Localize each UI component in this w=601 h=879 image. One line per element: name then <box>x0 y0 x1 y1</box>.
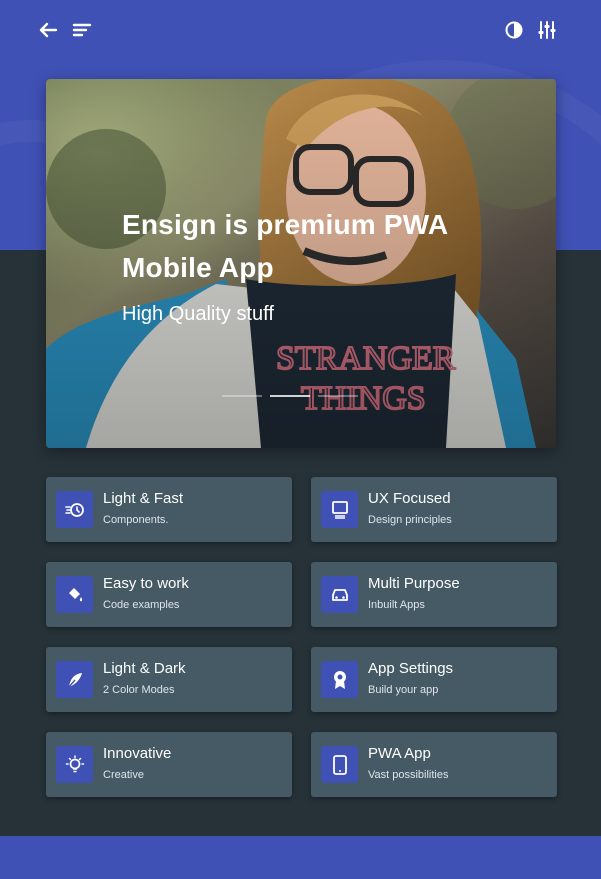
mobile-icon <box>321 746 358 783</box>
slider-dot-active[interactable] <box>270 395 310 397</box>
feature-title: Light & Dark <box>103 660 186 677</box>
feather-icon <box>56 661 93 698</box>
feature-subtitle: Code examples <box>103 599 180 611</box>
hero-subtitle: High Quality stuff <box>122 303 274 325</box>
contrast-icon[interactable] <box>502 18 526 42</box>
feature-title: Easy to work <box>103 575 189 592</box>
menu-lines-icon[interactable] <box>70 18 94 42</box>
feature-title: Light & Fast <box>103 490 184 507</box>
feature-card-ux-focused[interactable]: UX Focused Design principles <box>311 477 557 542</box>
feature-title: PWA App <box>368 745 431 762</box>
slider-dots <box>222 395 358 397</box>
timer-icon <box>56 491 93 528</box>
slider-dot[interactable] <box>222 395 262 397</box>
top-bar <box>0 0 601 60</box>
feature-card-light-fast[interactable]: Light & Fast Components. <box>46 477 292 542</box>
feature-subtitle: Build your app <box>368 684 439 696</box>
feature-subtitle: Vast possibilities <box>368 769 449 781</box>
feature-subtitle: 2 Color Modes <box>103 684 175 696</box>
feature-title: UX Focused <box>368 490 451 507</box>
feature-subtitle: Creative <box>103 769 144 781</box>
feature-title: Innovative <box>103 745 172 762</box>
feature-card-light-dark[interactable]: Light & Dark 2 Color Modes <box>46 647 292 712</box>
feature-subtitle: Inbuilt Apps <box>368 599 425 611</box>
feature-card-easy-to-work[interactable]: Easy to work Code examples <box>46 562 292 627</box>
hero-slider[interactable]: STRANGER THINGS Ensign is premium PWA Mo… <box>46 79 556 448</box>
paint-bucket-icon <box>56 576 93 613</box>
feature-subtitle: Components. <box>103 514 169 526</box>
footer-band <box>0 836 601 879</box>
sliders-icon[interactable] <box>535 18 559 42</box>
feature-card-app-settings[interactable]: App Settings Build your app <box>311 647 557 712</box>
feature-title: Multi Purpose <box>368 575 460 592</box>
feature-subtitle: Design principles <box>368 514 452 526</box>
arrow-left-icon[interactable] <box>36 18 60 42</box>
award-icon <box>321 661 358 698</box>
car-icon <box>321 576 358 613</box>
feature-card-innovative[interactable]: Innovative Creative <box>46 732 292 797</box>
hero-title: Ensign is premium PWA Mobile App <box>122 209 448 283</box>
feature-card-multi-purpose[interactable]: Multi Purpose Inbuilt Apps <box>311 562 557 627</box>
lightbulb-icon <box>56 746 93 783</box>
feature-card-pwa-app[interactable]: PWA App Vast possibilities <box>311 732 557 797</box>
slider-dot[interactable] <box>318 395 358 397</box>
feature-title: App Settings <box>368 660 454 677</box>
monitor-icon <box>321 491 358 528</box>
